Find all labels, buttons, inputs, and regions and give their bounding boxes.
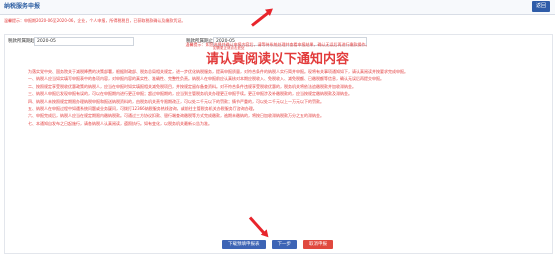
- cancel-declaration-button[interactable]: 取消申报: [303, 240, 333, 249]
- top-bar: 纳税服务申报 返回: [0, 0, 555, 15]
- notice-paragraph: 五、纳税人在申报过程中如遇系统问题或业务疑问，可拨打12366纳税服务热线咨询，…: [28, 106, 257, 112]
- notice-paragraph: 六、申报完成后，纳税人应当在规定期限内缴纳税款。可通过三方协议扣款、银行端查询缴…: [28, 113, 324, 119]
- notice-body: 为落实党中央、国务院关于减税降费的决策部署，根据财政部、税务总局相关规定，进一步…: [18, 68, 538, 127]
- notice-paragraph: 三、纳税人申报后发现申报有误的，可以在申报期内进行更正申报；超过申报期的，应当到…: [28, 91, 352, 97]
- page-title: 纳税服务申报: [4, 3, 41, 10]
- notice-paragraph: 一、纳税人应当如实填写申报表中的各项内容，对申报内容的真实性、准确性、完整性负责…: [28, 76, 384, 82]
- return-button[interactable]: 返回: [532, 1, 550, 12]
- notice-headline: 请认真阅读以下通知内容: [205, 52, 349, 67]
- download-prefill-button[interactable]: 下载预填申报表: [222, 240, 266, 249]
- action-bar: 下载预填申报表 下一步 取消申报: [0, 240, 555, 249]
- notice-paragraph: 四、纳税人未按照规定期限办理纳税申报和报送纳税资料的，由税务机关责令限期改正，可…: [28, 98, 324, 104]
- notice-paragraph: 七、本通知自发布之日起施行，请各纳税人认真阅读，遵照执行。如有变化，以税务机关最…: [28, 120, 212, 126]
- notice-paragraph: 为落实党中央、国务院关于减税降费的决策部署，根据财政部、税务总局相关规定，进一步…: [28, 69, 408, 74]
- top-notice: 温馨提示：申报期2020-06至2020-06，企业，个人申报，所得税税目，已获…: [4, 18, 186, 23]
- next-button[interactable]: 下一步: [271, 240, 297, 249]
- main-panel: [4, 34, 553, 254]
- notice-paragraph: 二、按照规定享受税收优惠政策的纳税人，应当在申报时如实填报相关减免税项目，并按规…: [28, 83, 356, 89]
